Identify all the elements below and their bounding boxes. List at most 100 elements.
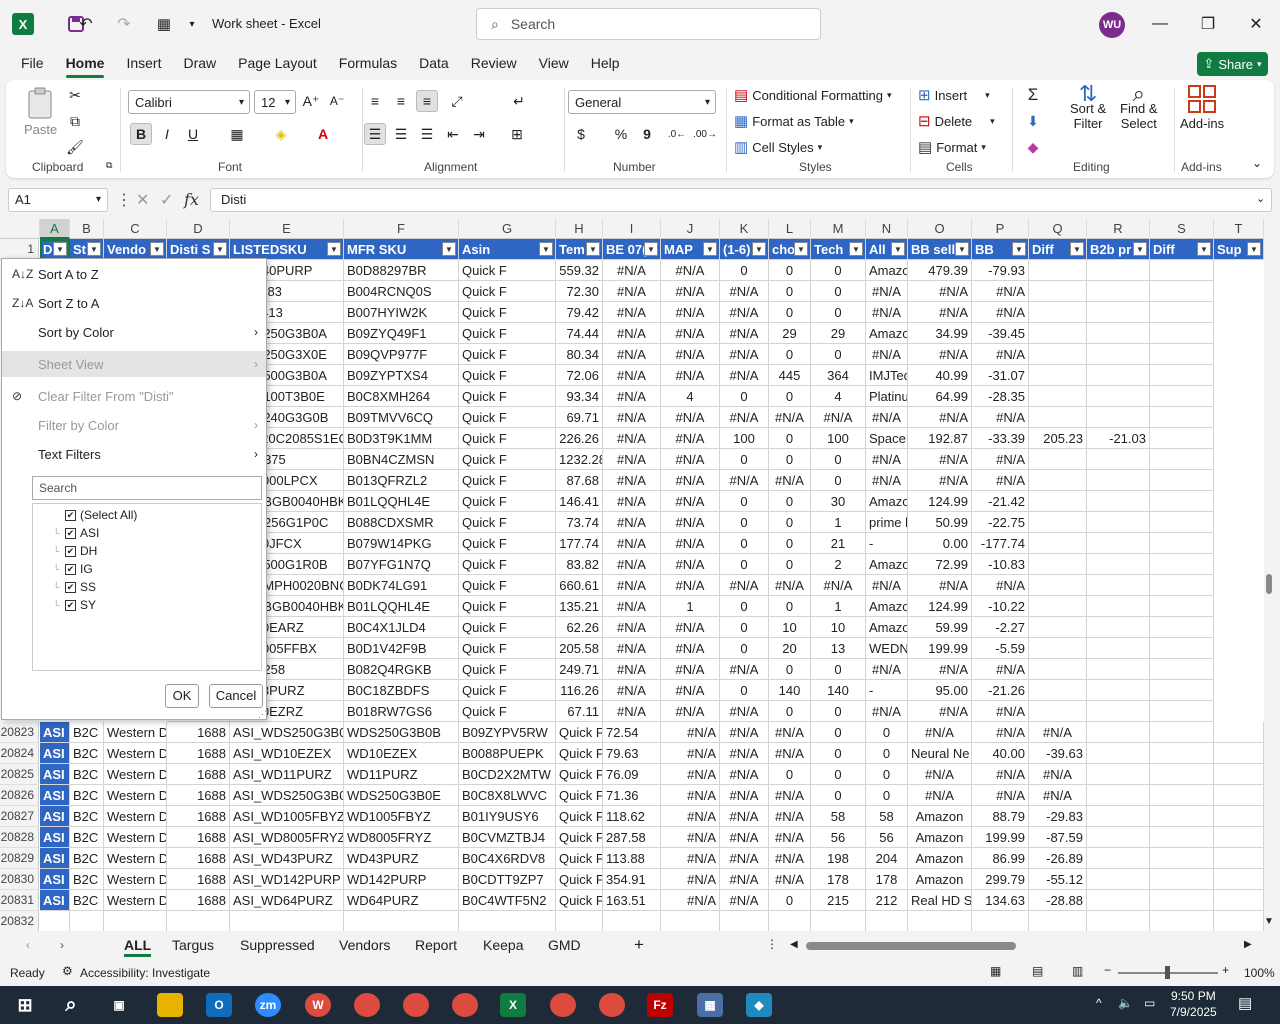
table-cell[interactable] [1150, 911, 1214, 931]
table-cell[interactable]: 0 [811, 659, 866, 680]
table-cell[interactable]: #N/A [661, 533, 720, 554]
table-cell[interactable]: #N/A [908, 764, 972, 785]
table-cell[interactable] [1087, 911, 1150, 931]
table-cell[interactable]: 0 [811, 260, 866, 281]
scroll-right-icon[interactable]: ▶ [1244, 939, 1252, 950]
find-select-button[interactable]: ⌕ Find & Select [1120, 83, 1158, 132]
wrap-text-icon[interactable]: ↵ [508, 90, 530, 112]
table-header-cell[interactable]: Asin ▼ [459, 239, 556, 260]
row-header[interactable]: 20828 [0, 827, 39, 848]
zoom-out-icon[interactable]: − [1104, 963, 1111, 977]
table-cell[interactable]: 0 [769, 386, 811, 407]
table-cell[interactable]: #N/A [908, 407, 972, 428]
table-cell[interactable]: ASI [40, 869, 70, 890]
table-cell[interactable]: B0C4X6RDV8 [459, 848, 556, 869]
table-cell[interactable]: 73.74 [556, 512, 603, 533]
table-cell[interactable] [1150, 659, 1214, 680]
table-cell[interactable] [1087, 827, 1150, 848]
table-cell[interactable]: 479.39 [908, 260, 972, 281]
table-cell[interactable] [1214, 806, 1264, 827]
formula-input[interactable]: Disti [210, 188, 1272, 212]
checkbox-checked-icon[interactable]: ✔ [65, 581, 76, 593]
table-cell[interactable]: #N/A [720, 848, 769, 869]
notification-icon[interactable]: ▤ [1238, 994, 1252, 1012]
table-header-cell[interactable]: cho ▼ [769, 239, 811, 260]
table-cell[interactable]: Quick F [459, 302, 556, 323]
table-cell[interactable]: -2.27 [972, 617, 1029, 638]
filter-dropdown-icon[interactable]: ▼ [586, 242, 600, 256]
table-cell[interactable]: ASI [40, 785, 70, 806]
table-cell[interactable]: B0C4X1JLD4 [344, 617, 459, 638]
filter-dropdown-icon[interactable]: ▼ [1133, 242, 1147, 256]
column-header[interactable]: S [1150, 219, 1214, 239]
table-cell[interactable]: B2C [70, 722, 104, 743]
table-cell[interactable] [1150, 617, 1214, 638]
table-cell[interactable]: 1688 [167, 848, 230, 869]
table-cell[interactable]: SpaceBou [866, 428, 908, 449]
table-cell[interactable]: 299.79 [972, 869, 1029, 890]
filter-dropdown-icon[interactable]: ▼ [891, 242, 905, 256]
name-box[interactable]: A1 ▾ [8, 188, 108, 212]
table-cell[interactable]: 212 [866, 890, 908, 911]
table-cell[interactable]: #N/A [661, 428, 720, 449]
table-cell[interactable]: #N/A [661, 323, 720, 344]
table-cell[interactable] [1150, 806, 1214, 827]
table-cell[interactable]: B0CD2X2MTW [459, 764, 556, 785]
table-cell[interactable]: #N/A [769, 722, 811, 743]
insert-function-icon[interactable]: fx [184, 190, 199, 209]
expand-formula-icon[interactable]: ⌄ [1256, 192, 1265, 205]
table-cell[interactable]: 79.42 [556, 302, 603, 323]
filter-dropdown-icon[interactable]: ▼ [703, 242, 717, 256]
table-cell[interactable]: 146.41 [556, 491, 603, 512]
font-color-icon[interactable]: A [312, 123, 334, 145]
table-cell[interactable]: Amazon [908, 869, 972, 890]
table-cell[interactable]: 20 [769, 638, 811, 659]
table-cell[interactable]: Amazon [908, 827, 972, 848]
table-cell[interactable]: B0D1V42F9B [344, 638, 459, 659]
table-cell[interactable]: ASI_WD10EZEX [230, 743, 344, 764]
column-header[interactable]: N [866, 219, 908, 239]
table-cell[interactable]: WD8005FRYZ [344, 827, 459, 848]
table-cell[interactable]: #N/A [661, 764, 720, 785]
table-cell[interactable]: 1 [811, 512, 866, 533]
column-header[interactable]: P [972, 219, 1029, 239]
table-cell[interactable]: B0CVMZTBJ4 [459, 827, 556, 848]
table-cell[interactable] [1029, 911, 1087, 931]
table-cell[interactable]: #N/A [603, 323, 661, 344]
table-cell[interactable] [1150, 575, 1214, 596]
column-header[interactable]: G [459, 219, 556, 239]
table-cell[interactable]: 226.26 [556, 428, 603, 449]
table-cell[interactable]: WD11PURZ [344, 764, 459, 785]
table-cell[interactable]: B09ZYPTXS4 [344, 365, 459, 386]
table-cell[interactable]: Western D [104, 764, 167, 785]
table-cell[interactable]: 1688 [167, 869, 230, 890]
table-cell[interactable]: B0D88297BR [344, 260, 459, 281]
zoom-level[interactable]: 100% [1244, 966, 1275, 980]
text-filters-item[interactable]: Text Filters › [2, 441, 266, 467]
cut-icon[interactable]: ✂ [64, 84, 86, 106]
table-cell[interactable] [1087, 575, 1150, 596]
table-cell[interactable]: #N/A [972, 281, 1029, 302]
table-cell[interactable] [1150, 638, 1214, 659]
table-cell[interactable]: 0 [720, 554, 769, 575]
increase-font-icon[interactable]: A⁺ [300, 90, 322, 112]
table-cell[interactable]: #N/A [720, 890, 769, 911]
table-cell[interactable]: #N/A [661, 449, 720, 470]
table-cell[interactable]: 80.34 [556, 344, 603, 365]
table-cell[interactable]: 21 [811, 533, 866, 554]
undo-icon[interactable]: ↶ [74, 12, 98, 36]
table-cell[interactable]: #N/A [811, 575, 866, 596]
table-cell[interactable]: 1688 [167, 806, 230, 827]
row-header[interactable]: 20823 [0, 722, 39, 743]
filter-search-input[interactable]: Search [32, 476, 262, 500]
decrease-indent-icon[interactable]: ⇤ [442, 123, 464, 145]
table-cell[interactable]: 0 [866, 764, 908, 785]
table-cell[interactable]: WDS250G3B0B [344, 722, 459, 743]
table-cell[interactable]: 64.99 [908, 386, 972, 407]
table-cell[interactable]: 0 [720, 617, 769, 638]
table-cell[interactable]: 354.91 [603, 869, 661, 890]
table-cell[interactable]: 69.71 [556, 407, 603, 428]
search-icon[interactable]: ⌕ [58, 993, 84, 1017]
table-cell[interactable]: B0CDTT9ZP7 [459, 869, 556, 890]
table-cell[interactable]: Quick F [556, 869, 603, 890]
